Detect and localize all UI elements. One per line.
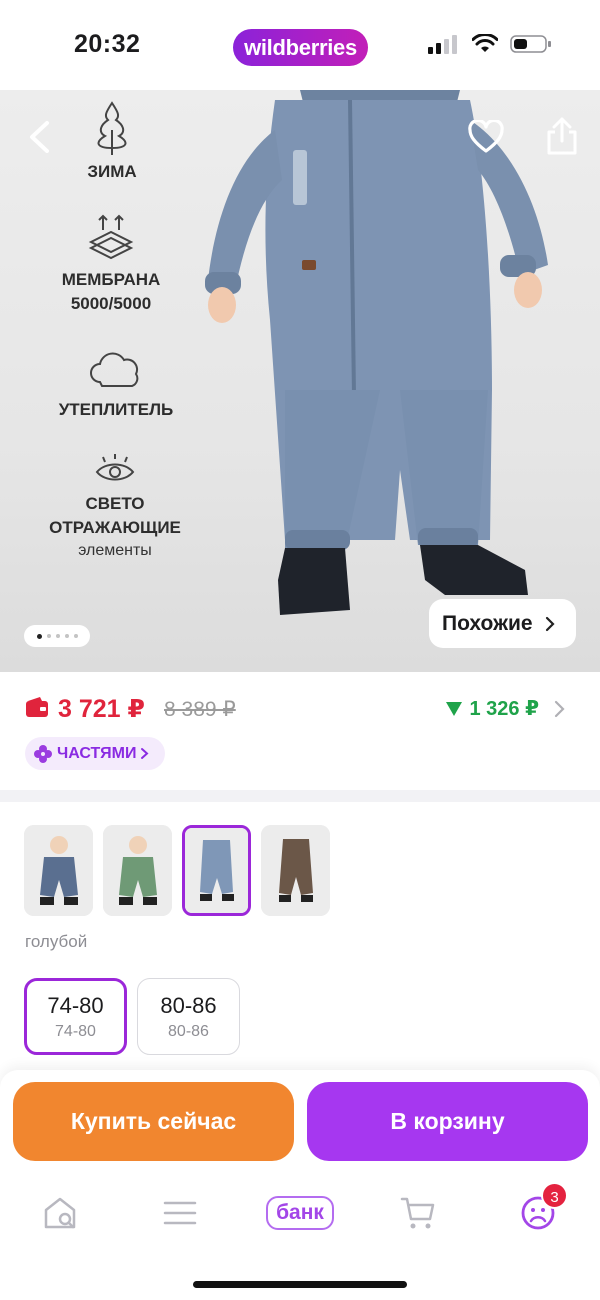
product-gallery[interactable]: ЗИМА МЕМБРАНА 5000/5000 УТЕПЛИТЕЛЬ СВЕТО… [0, 90, 600, 672]
color-thumbnail[interactable] [103, 825, 172, 916]
size-selector: 74-80 74-80 80-86 80-86 [24, 978, 240, 1055]
add-to-cart-button[interactable]: В корзину [307, 1082, 588, 1161]
tab-profile[interactable]: 3 [508, 1182, 568, 1234]
similar-label: Похожие [442, 611, 533, 635]
old-price: 8 389 ₽ [164, 698, 236, 721]
size-option-selected[interactable]: 74-80 74-80 [24, 978, 127, 1055]
installments-label: ЧАСТЯМИ [57, 744, 137, 762]
status-icons [428, 34, 552, 54]
share-icon [547, 117, 577, 155]
selected-color-label: голубой [25, 932, 88, 951]
color-thumbnail-selected[interactable] [182, 825, 251, 916]
pagination-dot[interactable] [55, 634, 60, 638]
thumbnail-image [261, 825, 330, 916]
wifi-icon [472, 34, 498, 52]
size-main-label: 74-80 [47, 992, 104, 1018]
buy-now-button[interactable]: Купить сейчас [13, 1082, 294, 1161]
thumbnail-image [24, 825, 93, 916]
feature-membrane: МЕМБРАНА 5000/5000 [40, 212, 182, 316]
color-thumbnails [24, 825, 330, 916]
back-button[interactable] [22, 120, 56, 154]
feature-membrane-title: МЕМБРАНА 5000/5000 [61, 270, 161, 313]
section-divider [0, 790, 600, 802]
cashback-value: 1 326 ₽ [469, 698, 539, 720]
feature-reflective-subtitle: элементы [78, 542, 152, 559]
variants-section: голубой 74-80 74-80 80-86 80-86 [0, 802, 600, 1077]
signal-icon [428, 35, 457, 54]
color-thumbnail[interactable] [261, 825, 330, 916]
chevron-left-icon [30, 121, 49, 153]
tab-home[interactable] [30, 1192, 90, 1234]
membrane-icon [88, 214, 134, 260]
price-section: 3 721 ₽ 8 389 ₽ 1 326 ₽ ЧАСТЯМИ [0, 672, 600, 790]
installments-button[interactable]: ЧАСТЯМИ [25, 737, 165, 770]
tab-bank[interactable]: банк [258, 1192, 342, 1234]
size-sub-label: 74-80 [55, 1022, 96, 1040]
pagination-dot[interactable] [46, 634, 51, 638]
thumbnail-image [103, 825, 172, 916]
triangle-down-icon [446, 701, 463, 716]
color-thumbnail[interactable] [24, 825, 93, 916]
bank-label: банк [266, 1196, 334, 1230]
action-bar: Купить сейчас В корзину [0, 1070, 600, 1180]
menu-icon [163, 1201, 197, 1225]
battery-icon [510, 35, 551, 53]
heart-icon [468, 120, 504, 153]
size-option[interactable]: 80-86 80-86 [137, 978, 240, 1055]
flower-icon [34, 744, 52, 763]
tab-catalog[interactable] [150, 1192, 210, 1234]
cloud-icon [90, 352, 139, 387]
status-time: 20:32 [74, 30, 141, 58]
pagination-dot[interactable] [73, 634, 78, 638]
notification-badge: 3 [541, 1182, 568, 1209]
feature-reflective-title: СВЕТО ОТРАЖАЮЩИЕ [49, 494, 181, 537]
tab-cart[interactable] [388, 1192, 448, 1234]
size-main-label: 80-86 [160, 992, 217, 1018]
home-indicator [193, 1281, 407, 1288]
cart-icon [400, 1197, 435, 1229]
feature-winter: ЗИМА [72, 100, 152, 184]
thumbnail-image [185, 828, 248, 913]
pagination-dot[interactable] [36, 633, 42, 639]
status-bar: 20:32 wildberries [0, 0, 600, 90]
share-button[interactable] [542, 114, 582, 158]
pagination-dot[interactable] [64, 634, 69, 638]
wallet-icon [26, 697, 48, 717]
gallery-pagination[interactable] [24, 625, 90, 647]
feature-insulation-title: УТЕПЛИТЕЛЬ [58, 400, 174, 419]
size-sub-label: 80-86 [168, 1022, 209, 1040]
feature-reflective: СВЕТО ОТРАЖАЮЩИЕ элементы [26, 452, 204, 562]
eye-icon [95, 454, 135, 481]
brand-logo[interactable]: wildberries [233, 29, 368, 66]
tree-icon [97, 101, 127, 155]
feature-winter-title: ЗИМА [87, 162, 137, 181]
favorite-button[interactable] [466, 117, 506, 157]
current-price: 3 721 ₽ [58, 695, 145, 723]
feature-insulation: УТЕПЛИТЕЛЬ [45, 348, 187, 422]
chevron-right-icon [545, 616, 555, 631]
cashback-button[interactable]: 1 326 ₽ [445, 696, 565, 721]
chevron-right-icon [141, 748, 149, 759]
similar-button[interactable]: Похожие [429, 599, 576, 648]
home-search-icon [44, 1197, 76, 1229]
chevron-right-icon [554, 700, 565, 717]
